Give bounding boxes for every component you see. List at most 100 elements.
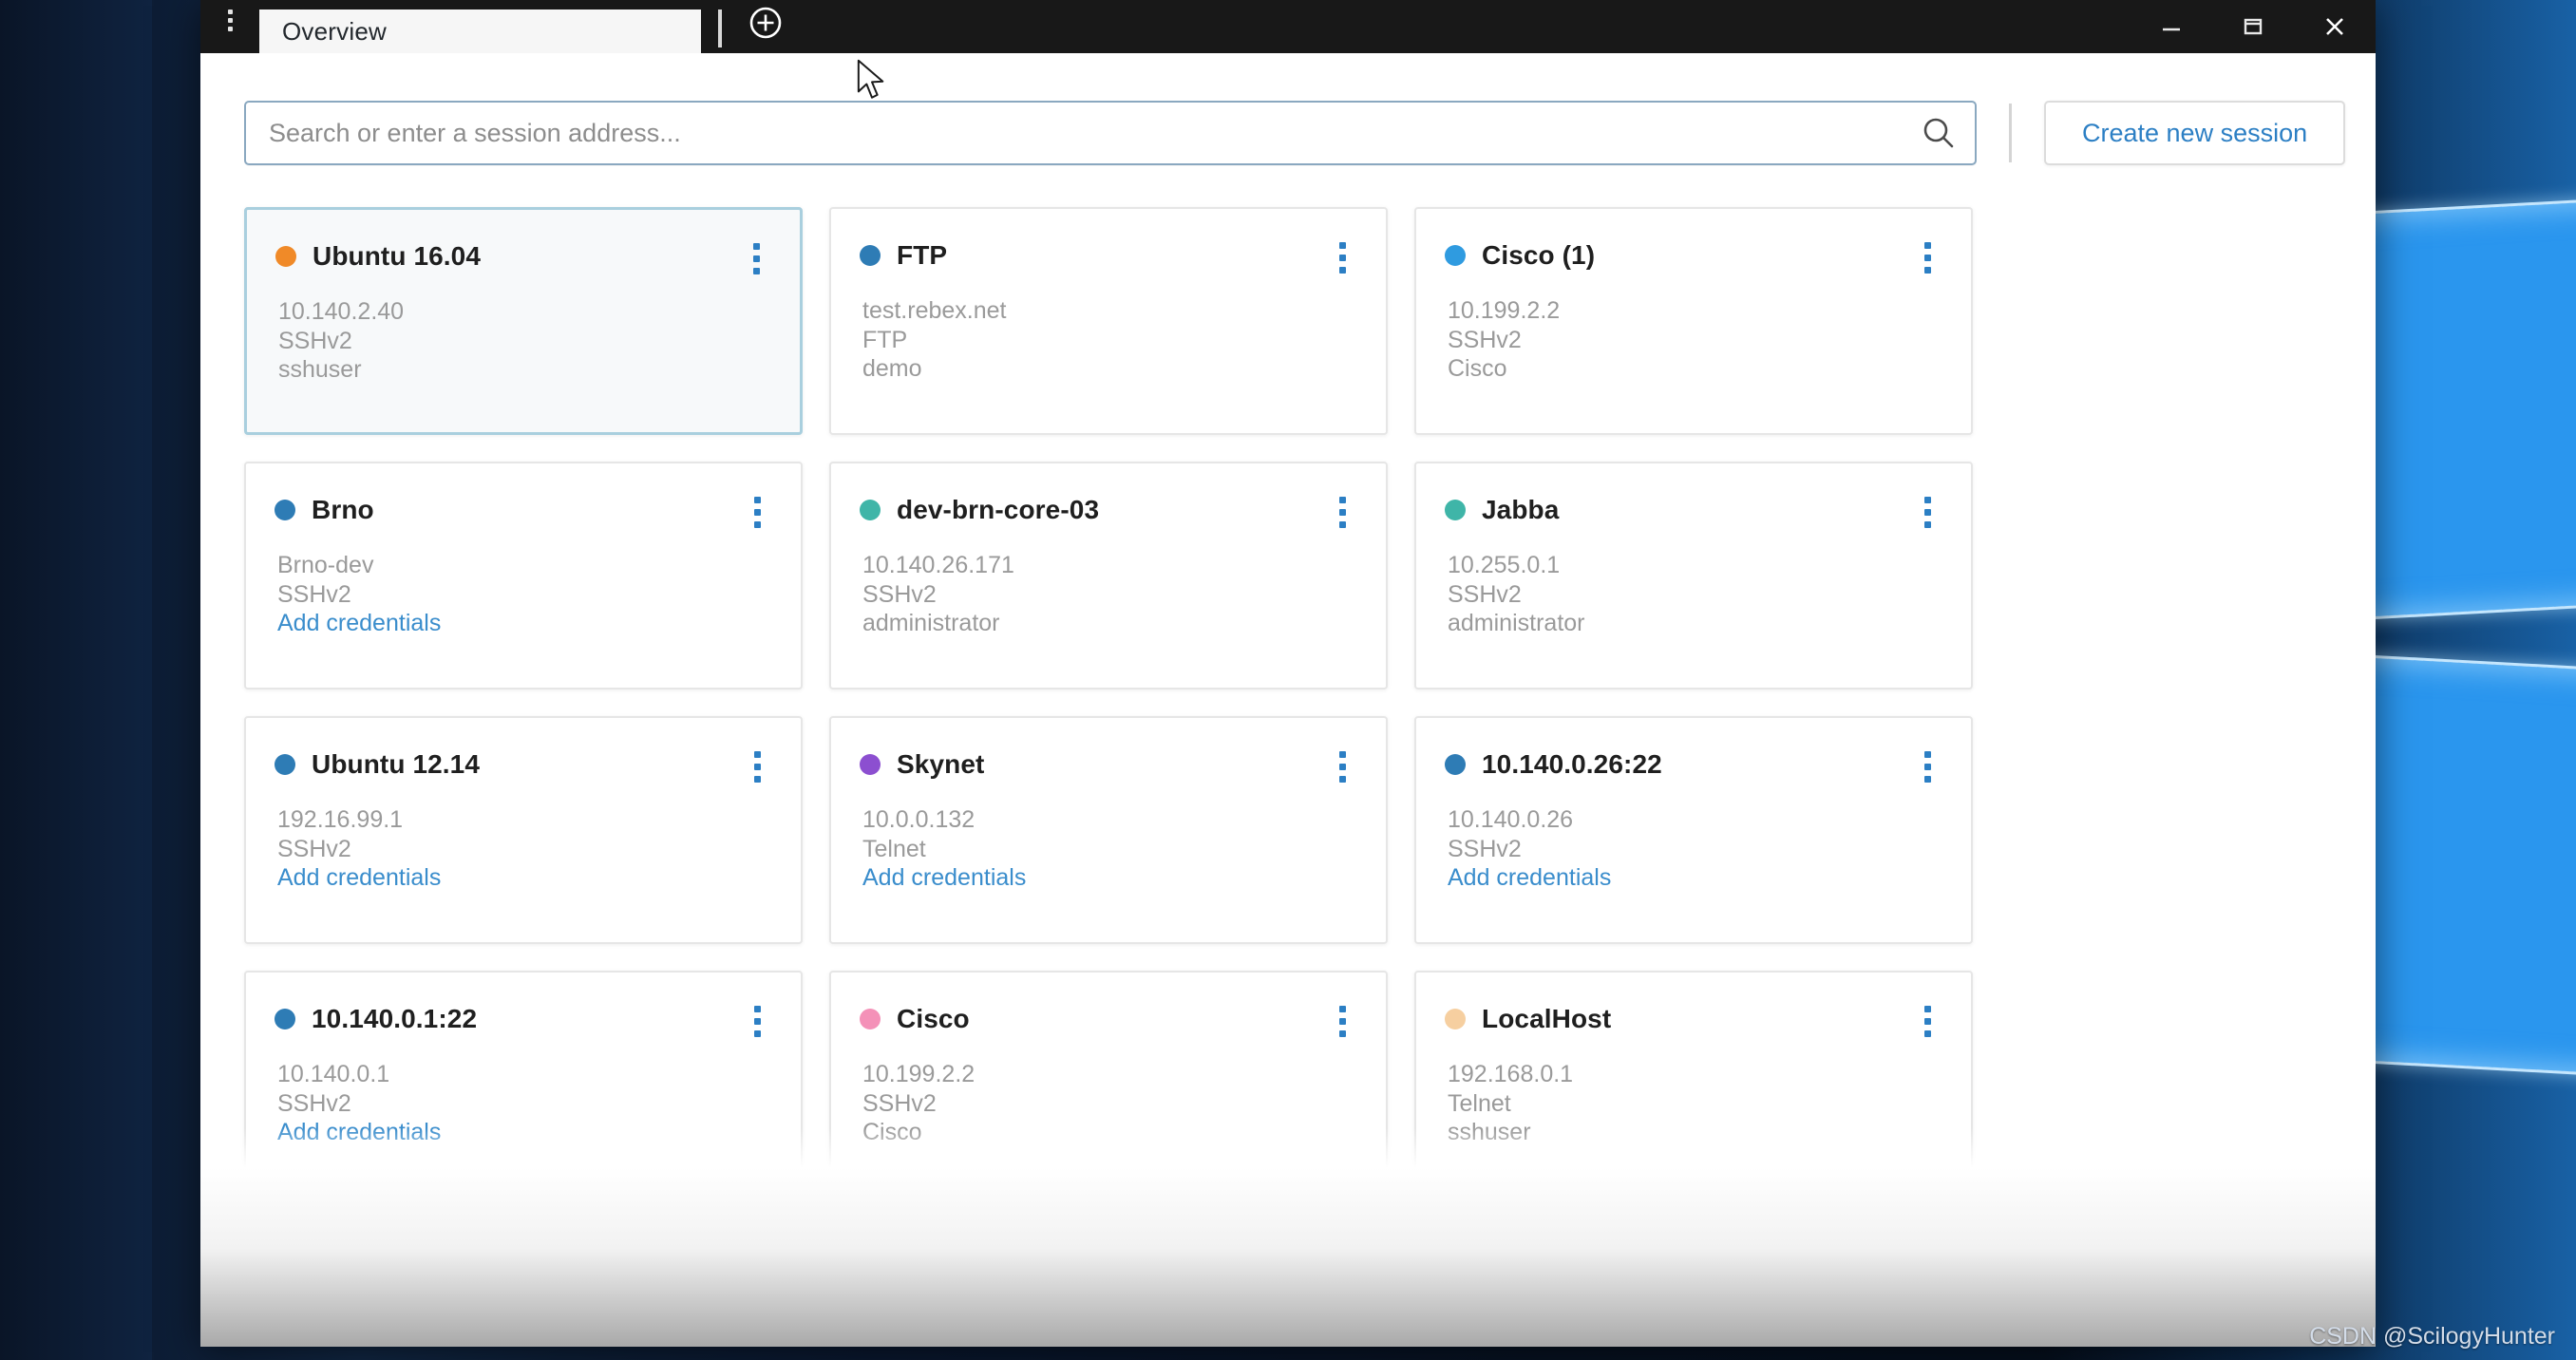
create-new-session-button[interactable]: Create new session: [2044, 101, 2346, 165]
menu-dot: [752, 267, 760, 274]
session-card-header: 10.140.0.1:22: [275, 999, 772, 1039]
tab-separator: [718, 9, 722, 47]
session-card-menu-icon[interactable]: [1908, 745, 1946, 788]
menu-dot: [753, 750, 761, 758]
session-card-menu-icon[interactable]: [738, 745, 776, 788]
menu-dot: [1923, 1005, 1931, 1012]
session-card-menu-icon[interactable]: [737, 236, 775, 280]
add-credentials-link[interactable]: Add credentials: [862, 863, 1357, 893]
session-credential: administrator: [1448, 610, 1585, 636]
session-card-menu-icon[interactable]: [738, 999, 776, 1043]
session-card-header: FTP: [860, 236, 1357, 275]
session-card-details: 10.255.0.1 SSHv2 administrator: [1445, 551, 1942, 638]
session-credential: Cisco: [862, 1119, 922, 1145]
session-card-details: 192.16.99.1 SSHv2 Add credentials: [275, 805, 772, 893]
session-card-menu-icon[interactable]: [1323, 236, 1361, 279]
close-button[interactable]: [2294, 0, 2376, 53]
desktop-left-shade: [0, 0, 152, 1360]
session-credential: administrator: [862, 610, 1000, 636]
search-bar[interactable]: [244, 101, 1977, 165]
session-card-header: dev-brn-core-03: [860, 490, 1357, 530]
session-card-header: Brno: [275, 490, 772, 530]
status-dot-icon: [1445, 754, 1466, 775]
session-host: 10.140.0.26: [1448, 806, 1574, 833]
session-card-menu-icon[interactable]: [738, 490, 776, 534]
session-card-header: Cisco (1): [1445, 236, 1942, 275]
tab-label: Overview: [282, 16, 387, 46]
menu-dot: [1338, 763, 1346, 770]
plus-circle-icon[interactable]: [739, 0, 792, 53]
session-card-menu-icon[interactable]: [1908, 999, 1946, 1043]
menu-dot: [1923, 241, 1931, 249]
search-icon[interactable]: [1903, 114, 1975, 152]
session-card-menu-icon[interactable]: [1323, 490, 1361, 534]
title-bar: Overview: [200, 0, 2376, 59]
session-card[interactable]: FTP test.rebex.net FTP demo: [829, 207, 1388, 435]
session-card[interactable]: Skynet 10.0.0.132 Telnet Add credentials: [829, 716, 1388, 944]
add-credentials-link[interactable]: Add credentials: [277, 609, 772, 638]
session-protocol: SSHv2: [278, 327, 352, 354]
kebab-menu-icon[interactable]: [200, 0, 259, 53]
menu-dot: [753, 1005, 761, 1012]
menu-dot: [1923, 750, 1931, 758]
session-protocol: SSHv2: [1448, 580, 1522, 608]
session-protocol: Telnet: [862, 835, 926, 862]
session-credential: sshuser: [278, 356, 362, 383]
menu-dot: [1338, 1005, 1346, 1012]
status-dot-icon: [1445, 500, 1466, 520]
session-card[interactable]: Brno Brno-dev SSHv2 Add credentials: [244, 462, 803, 689]
session-card[interactable]: LocalHost 192.168.0.1 Telnet sshuser: [1414, 971, 1973, 1199]
session-card-header: Ubuntu 16.04: [275, 236, 771, 276]
session-card[interactable]: 10.140.0.26:22 10.140.0.26 SSHv2 Add creden…: [1414, 716, 1973, 944]
session-credential: sshuser: [1448, 1119, 1531, 1145]
session-card[interactable]: dev-brn-core-03 10.140.26.171 SSHv2 adminis…: [829, 462, 1388, 689]
session-name: Cisco (1): [1482, 240, 1596, 270]
maximize-button[interactable]: [2212, 0, 2294, 53]
menu-dot: [1923, 508, 1931, 516]
watermark: CSDN @ScilogyHunter: [2309, 1323, 2555, 1350]
menu-dot: [1338, 241, 1346, 249]
session-card[interactable]: Cisco (1) 10.199.2.2 SSHv2 Cisco: [1414, 207, 1973, 435]
menu-dot: [752, 242, 760, 250]
menu-dot: [1923, 1017, 1931, 1025]
session-card[interactable]: 10.140.0.1:22 10.140.0.1 SSHv2 Add credenti…: [244, 971, 803, 1199]
session-card-menu-icon[interactable]: [1908, 490, 1946, 534]
session-protocol: SSHv2: [277, 580, 351, 608]
session-name: LocalHost: [1482, 1004, 1612, 1033]
session-host: 10.140.0.1: [277, 1061, 390, 1087]
menu-dot: [752, 255, 760, 262]
session-host: 10.140.2.40: [278, 298, 405, 325]
session-protocol: SSHv2: [1448, 835, 1522, 862]
session-card[interactable]: Jabba 10.255.0.1 SSHv2 administrator: [1414, 462, 1973, 689]
menu-dot: [1338, 520, 1346, 528]
status-dot-icon: [860, 1009, 881, 1029]
session-card[interactable]: Ubuntu 16.04 10.140.2.40 SSHv2 sshuser: [244, 207, 803, 435]
session-card[interactable]: Cisco 10.199.2.2 SSHv2 Cisco: [829, 971, 1388, 1199]
menu-dot: [1338, 266, 1346, 274]
session-card[interactable]: Ubuntu 12.14 192.16.99.1 SSHv2 Add credenti…: [244, 716, 803, 944]
session-host: test.rebex.net: [862, 297, 1007, 324]
status-dot-icon: [275, 1009, 295, 1029]
session-card-details: 10.199.2.2 SSHv2 Cisco: [1445, 296, 1942, 384]
session-name: Brno: [312, 495, 374, 524]
session-card-menu-icon[interactable]: [1323, 999, 1361, 1043]
session-name: Ubuntu 12.14: [312, 749, 481, 779]
session-card-details: 10.140.0.1 SSHv2 Add credentials: [275, 1060, 772, 1147]
session-card-menu-icon[interactable]: [1323, 745, 1361, 788]
add-credentials-link[interactable]: Add credentials: [277, 863, 772, 893]
add-credentials-link[interactable]: Add credentials: [277, 1118, 772, 1147]
session-card-menu-icon[interactable]: [1908, 236, 1946, 279]
session-card-header: LocalHost: [1445, 999, 1942, 1039]
menu-dot: [1923, 775, 1931, 783]
session-card-details: 10.140.26.171 SSHv2 administrator: [860, 551, 1357, 638]
minimize-button[interactable]: [2131, 0, 2212, 53]
menu-dot: [1338, 254, 1346, 261]
search-input[interactable]: [246, 103, 1903, 163]
session-card-header: 10.140.0.26:22: [1445, 745, 1942, 784]
session-card-header: Ubuntu 12.14: [275, 745, 772, 784]
tab-overview[interactable]: Overview: [259, 9, 701, 59]
status-dot-icon: [275, 500, 295, 520]
session-name: dev-brn-core-03: [897, 495, 1100, 524]
add-credentials-link[interactable]: Add credentials: [1448, 863, 1942, 893]
status-dot-icon: [860, 754, 881, 775]
